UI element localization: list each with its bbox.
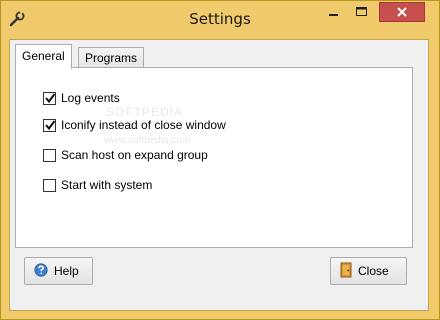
scan-host-label: Scan host on expand group [61, 148, 208, 162]
help-button-label: Help [54, 264, 79, 278]
tab-general[interactable]: General [15, 44, 72, 69]
tab-general-label: General [22, 49, 65, 63]
maximize-button[interactable] [348, 2, 375, 22]
iconify-label: Iconify instead of close window [61, 118, 226, 132]
tab-programs[interactable]: Programs [78, 47, 145, 67]
close-button-label: Close [358, 264, 389, 278]
door-icon [340, 262, 352, 281]
log-events-label: Log events [61, 91, 120, 105]
help-button[interactable]: Help [24, 257, 93, 285]
dialog-body: General Programs Log events Iconify inst… [9, 39, 429, 311]
close-button[interactable]: Close [330, 257, 407, 285]
log-events-checkbox[interactable] [43, 91, 56, 105]
option-scan-host[interactable]: Scan host on expand group [43, 146, 208, 164]
checkmark-icon [45, 119, 56, 130]
general-tab-panel: Log events Iconify instead of close wind… [15, 67, 413, 248]
tab-programs-label: Programs [85, 51, 138, 65]
option-start-with-system[interactable]: Start with system [43, 176, 152, 194]
start-with-system-checkbox[interactable] [43, 178, 56, 192]
settings-window: Settings General Programs Log events Ico… [0, 0, 440, 320]
start-with-system-label: Start with system [61, 178, 153, 192]
maximize-icon [356, 7, 367, 16]
iconify-checkbox[interactable] [43, 118, 56, 132]
help-icon [34, 262, 48, 280]
scan-host-checkbox[interactable] [43, 148, 56, 162]
watermark-logo: SOFTPEDIA [106, 105, 184, 119]
title-bar[interactable]: Settings [1, 1, 439, 37]
minimize-button[interactable] [320, 2, 347, 22]
watermark-url: www.softpedia.com [104, 135, 191, 146]
close-icon [397, 7, 407, 17]
close-window-button[interactable] [379, 2, 425, 22]
checkmark-icon [45, 92, 56, 103]
minimize-icon [329, 14, 338, 16]
